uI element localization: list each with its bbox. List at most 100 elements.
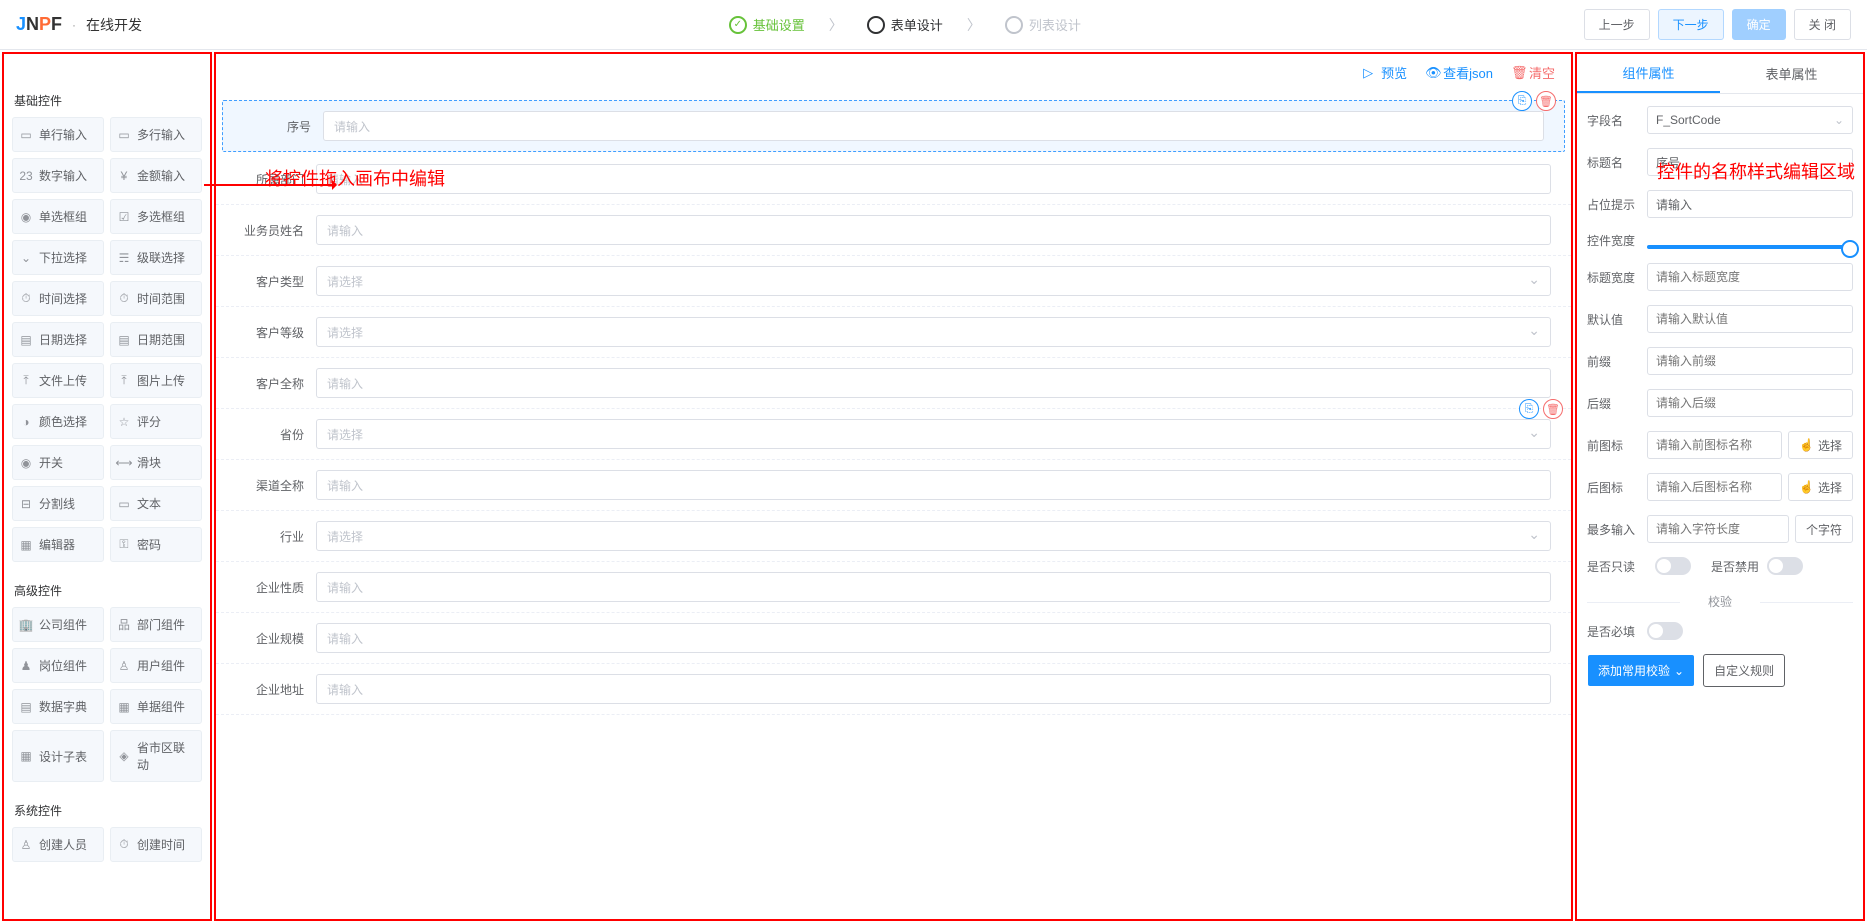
tab-component-props[interactable]: 组件属性 (1577, 54, 1720, 93)
preview-button[interactable]: ▷ 预览 (1363, 63, 1407, 82)
component-item[interactable]: ⏱创建时间 (110, 827, 202, 862)
field-control[interactable]: 请输入 (323, 111, 1544, 141)
disabled-switch[interactable] (1767, 557, 1803, 575)
field-input[interactable]: 请输入 (316, 368, 1551, 398)
max-length-input[interactable] (1647, 515, 1789, 543)
placeholder-input[interactable] (1647, 190, 1853, 218)
field-input[interactable]: 请输入 (316, 572, 1551, 602)
field-select[interactable]: 请选择 (316, 266, 1551, 296)
component-item[interactable]: 23数字输入 (12, 158, 104, 193)
field-select[interactable]: 请选择 (316, 521, 1551, 551)
component-item[interactable]: ▤数据字典 (12, 689, 104, 724)
choose-prefix-icon-button[interactable]: ☝选择 (1788, 431, 1853, 459)
required-switch[interactable] (1647, 622, 1683, 640)
form-row[interactable]: 客户全称请输入 (216, 358, 1571, 409)
component-item[interactable]: ▦编辑器 (12, 527, 104, 562)
delete-button[interactable]: 🗑 (1543, 399, 1563, 419)
form-row[interactable]: 客户类型请选择 (216, 256, 1571, 307)
field-input[interactable]: 请输入 (316, 674, 1551, 704)
field-control[interactable]: 请输入 (316, 623, 1551, 653)
component-item[interactable]: 品部门组件 (110, 607, 202, 642)
component-item[interactable]: ⤒文件上传 (12, 363, 104, 398)
component-item[interactable]: ☆评分 (110, 404, 202, 439)
form-row[interactable]: 业务员姓名请输入 (216, 205, 1571, 256)
component-item[interactable]: ♟岗位组件 (12, 648, 104, 683)
form-row[interactable]: 客户等级请选择 (216, 307, 1571, 358)
component-item[interactable]: ▦单据组件 (110, 689, 202, 724)
form-canvas[interactable]: 序号请输入⎘🗑所属部门请输入业务员姓名请输入客户类型请选择客户等级请选择客户全称… (216, 90, 1571, 919)
next-button[interactable]: 下一步 (1658, 9, 1724, 40)
copy-button[interactable]: ⎘ (1512, 91, 1532, 111)
field-input[interactable]: 请输入 (316, 215, 1551, 245)
prefix-icon-input[interactable] (1647, 431, 1782, 459)
readonly-switch[interactable] (1655, 557, 1691, 575)
field-control[interactable]: 请选择 (316, 419, 1551, 449)
form-row[interactable]: 企业性质请输入 (216, 562, 1571, 613)
component-item[interactable]: ▭文本 (110, 486, 202, 521)
field-control[interactable]: 请选择 (316, 521, 1551, 551)
tab-form-props[interactable]: 表单属性 (1720, 54, 1863, 93)
component-item[interactable]: ▤日期选择 (12, 322, 104, 357)
form-row[interactable]: 省份请选择⎘🗑 (216, 409, 1571, 460)
field-input[interactable]: 请输入 (316, 623, 1551, 653)
delete-button[interactable]: 🗑 (1536, 91, 1556, 111)
field-control[interactable]: 请输入 (316, 572, 1551, 602)
component-item[interactable]: ♙创建人员 (12, 827, 104, 862)
default-value-input[interactable] (1647, 305, 1853, 333)
field-input[interactable]: 请输入 (316, 164, 1551, 194)
form-row[interactable]: 行业请选择 (216, 511, 1571, 562)
component-item[interactable]: ⏱时间选择 (12, 281, 104, 316)
component-item[interactable]: 🏢公司组件 (12, 607, 104, 642)
suffix-icon-input[interactable] (1647, 473, 1782, 501)
form-row[interactable]: 序号请输入⎘🗑 (222, 100, 1565, 152)
component-item[interactable]: ¥金额输入 (110, 158, 202, 193)
component-item[interactable]: ◑颜色选择 (12, 404, 104, 439)
field-control[interactable]: 请输入 (316, 215, 1551, 245)
component-item[interactable]: ♙用户组件 (110, 648, 202, 683)
form-row[interactable]: 企业规模请输入 (216, 613, 1571, 664)
field-name-select[interactable]: F_SortCode (1647, 106, 1853, 134)
add-common-validation-button[interactable]: 添加常用校验⌄ (1587, 654, 1695, 687)
component-item[interactable]: ◈省市区联动 (110, 730, 202, 782)
field-control[interactable]: 请输入 (316, 470, 1551, 500)
field-control[interactable]: 请输入 (316, 368, 1551, 398)
prev-button[interactable]: 上一步 (1584, 9, 1650, 40)
component-item[interactable]: ⟷滑块 (110, 445, 202, 480)
field-input[interactable]: 请输入 (316, 470, 1551, 500)
field-select[interactable]: 请选择 (316, 317, 1551, 347)
component-item[interactable]: ▭单行输入 (12, 117, 104, 152)
choose-suffix-icon-button[interactable]: ☝选择 (1788, 473, 1853, 501)
field-control[interactable]: 请输入 (316, 674, 1551, 704)
close-button[interactable]: 关 闭 (1794, 9, 1851, 40)
step-list-design[interactable]: 列表设计 (1005, 15, 1081, 34)
prefix-input[interactable] (1647, 347, 1853, 375)
form-row[interactable]: 渠道全称请输入 (216, 460, 1571, 511)
suffix-input[interactable] (1647, 389, 1853, 417)
custom-rule-button[interactable]: 自定义规则 (1703, 654, 1785, 687)
form-row[interactable]: 企业地址请输入 (216, 664, 1571, 715)
component-item[interactable]: ⤒图片上传 (110, 363, 202, 398)
view-json-button[interactable]: 👁 查看json (1425, 63, 1493, 82)
component-item[interactable]: ▭多行输入 (110, 117, 202, 152)
title-width-input[interactable] (1647, 263, 1853, 291)
field-input[interactable]: 请输入 (323, 111, 1544, 141)
component-item[interactable]: ◉单选框组 (12, 199, 104, 234)
component-item[interactable]: ☑多选框组 (110, 199, 202, 234)
component-item[interactable]: ⊟分割线 (12, 486, 104, 521)
width-slider[interactable] (1647, 245, 1853, 249)
component-item[interactable]: ◉开关 (12, 445, 104, 480)
component-item[interactable]: ⏱时间范围 (110, 281, 202, 316)
component-item[interactable]: ⚿密码 (110, 527, 202, 562)
step-basic-settings[interactable]: ✓ 基础设置 (729, 15, 805, 34)
field-control[interactable]: 请选择 (316, 317, 1551, 347)
component-item[interactable]: ▤日期范围 (110, 322, 202, 357)
field-control[interactable]: 请选择 (316, 266, 1551, 296)
field-control[interactable]: 请输入 (316, 164, 1551, 194)
component-item[interactable]: ⌄下拉选择 (12, 240, 104, 275)
copy-button[interactable]: ⎘ (1519, 399, 1539, 419)
component-item[interactable]: ▦设计子表 (12, 730, 104, 782)
confirm-button[interactable]: 确定 (1732, 9, 1786, 40)
step-form-design[interactable]: 表单设计 (867, 15, 943, 34)
component-item[interactable]: ☴级联选择 (110, 240, 202, 275)
field-select[interactable]: 请选择 (316, 419, 1551, 449)
